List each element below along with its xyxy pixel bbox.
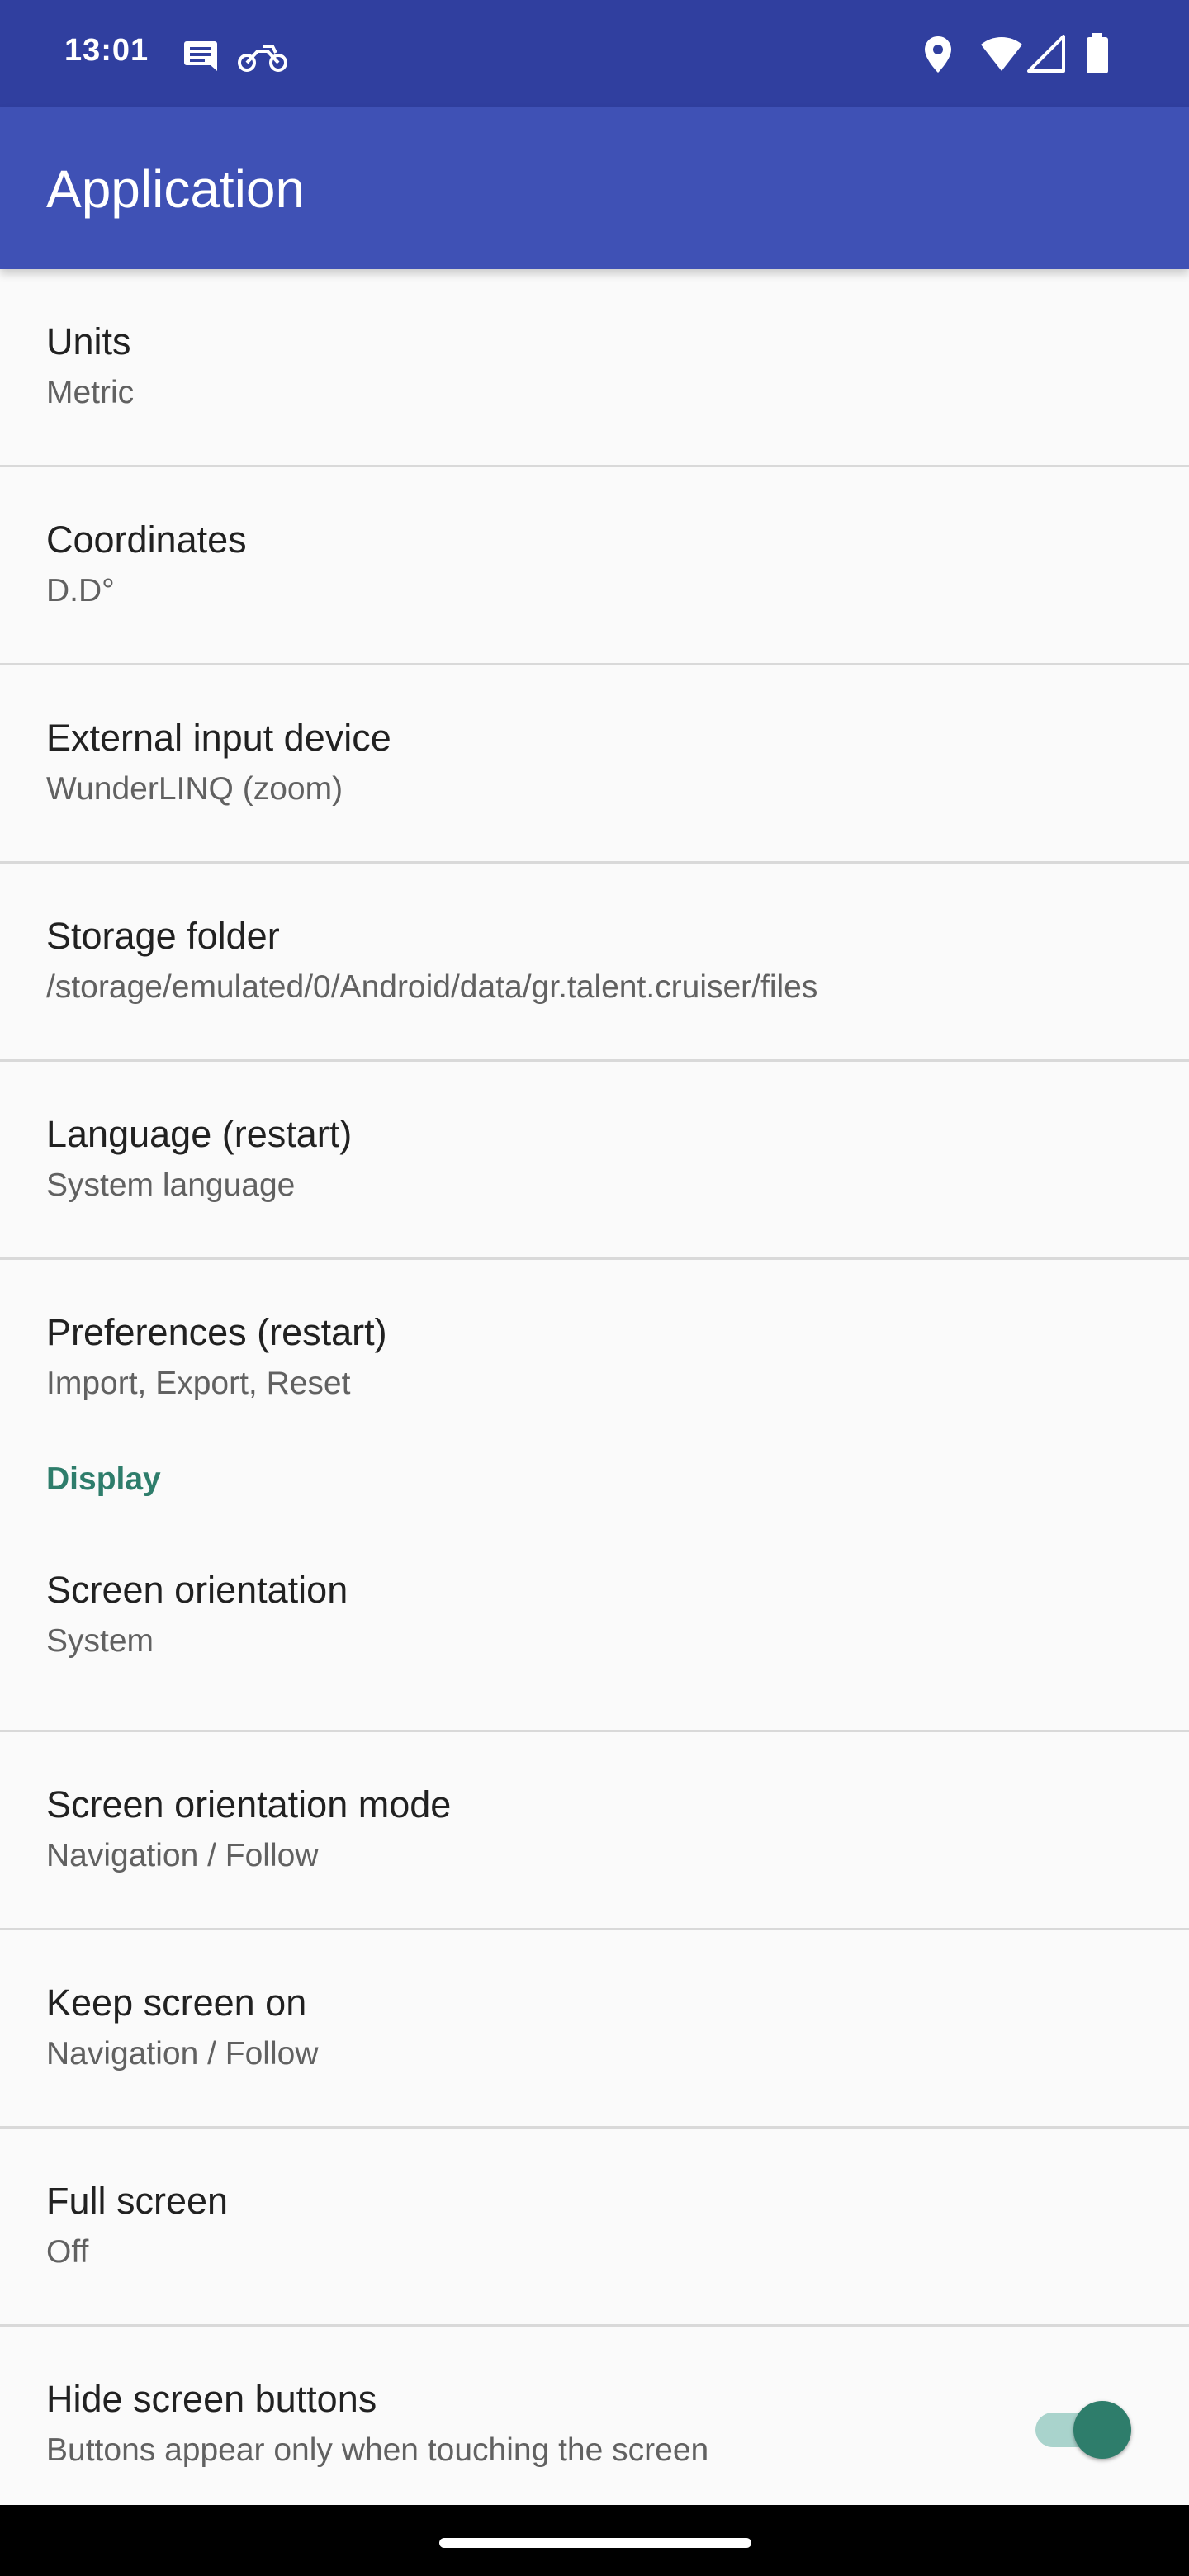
pref-title: Units bbox=[46, 320, 131, 362]
pref-summary: Metric bbox=[46, 375, 135, 410]
category-title: Display bbox=[46, 1461, 161, 1497]
pref-screen-orientation[interactable]: Screen orientation System bbox=[0, 1546, 1189, 1732]
pref-summary: System bbox=[46, 1623, 154, 1659]
wifi-icon bbox=[979, 35, 1024, 77]
pref-summary: Navigation / Follow bbox=[46, 2036, 319, 2072]
pref-title: Language (restart) bbox=[46, 1113, 353, 1155]
pref-title: Coordinates bbox=[46, 519, 247, 561]
pref-units[interactable]: Units Metric bbox=[0, 269, 1189, 467]
app-bar: Application bbox=[0, 107, 1189, 269]
preferences-list: Units Metric Coordinates D.D° External i… bbox=[0, 269, 1189, 2525]
location-icon bbox=[923, 35, 953, 78]
pref-preferences[interactable]: Preferences (restart) Import, Export, Re… bbox=[0, 1260, 1189, 1453]
pref-storage-folder[interactable]: Storage folder /storage/emulated/0/Andro… bbox=[0, 864, 1189, 1062]
pref-coordinates[interactable]: Coordinates D.D° bbox=[0, 467, 1189, 665]
page-title: Application bbox=[46, 159, 306, 219]
pref-keep-screen-on[interactable]: Keep screen on Navigation / Follow bbox=[0, 1930, 1189, 2129]
pref-title: External input device bbox=[46, 717, 391, 759]
category-display: Display bbox=[0, 1453, 1189, 1546]
pref-title: Hide screen buttons bbox=[46, 2378, 377, 2420]
pref-hide-screen-buttons[interactable]: Hide screen buttons Buttons appear only … bbox=[0, 2327, 1189, 2525]
pref-title: Screen orientation mode bbox=[46, 1783, 452, 1825]
status-time: 13:01 bbox=[64, 33, 149, 68]
pref-full-screen[interactable]: Full screen Off bbox=[0, 2129, 1189, 2327]
pref-screen-orientation-mode[interactable]: Screen orientation mode Navigation / Fol… bbox=[0, 1732, 1189, 1930]
pref-summary: D.D° bbox=[46, 573, 115, 608]
status-bar: 13:01 bbox=[0, 0, 1189, 107]
message-icon bbox=[183, 40, 218, 77]
pref-title: Storage folder bbox=[46, 915, 280, 957]
pref-external-input-device[interactable]: External input device WunderLINQ (zoom) bbox=[0, 665, 1189, 864]
pref-title: Screen orientation bbox=[46, 1569, 348, 1611]
pref-summary: WunderLINQ (zoom) bbox=[46, 771, 343, 807]
motorcycle-icon bbox=[238, 40, 287, 77]
pref-summary: System language bbox=[46, 1167, 296, 1203]
pref-summary: /storage/emulated/0/Android/data/gr.tale… bbox=[46, 969, 818, 1005]
pref-language[interactable]: Language (restart) System language bbox=[0, 1062, 1189, 1260]
pref-title: Keep screen on bbox=[46, 1982, 307, 2024]
pref-title: Preferences (restart) bbox=[46, 1311, 387, 1353]
pref-title: Full screen bbox=[46, 2180, 229, 2222]
pref-summary: Import, Export, Reset bbox=[46, 1366, 351, 1401]
pref-summary: Navigation / Follow bbox=[46, 1838, 319, 1873]
switch-thumb bbox=[1073, 2401, 1131, 2459]
navigation-bar bbox=[0, 2505, 1189, 2576]
signal-icon bbox=[1027, 35, 1065, 77]
battery-icon bbox=[1085, 33, 1110, 78]
home-gesture-handle[interactable] bbox=[439, 2538, 751, 2548]
pref-summary: Buttons appear only when touching the sc… bbox=[46, 2432, 709, 2468]
pref-summary: Off bbox=[46, 2234, 89, 2270]
hide-screen-buttons-switch[interactable] bbox=[1029, 2401, 1131, 2459]
